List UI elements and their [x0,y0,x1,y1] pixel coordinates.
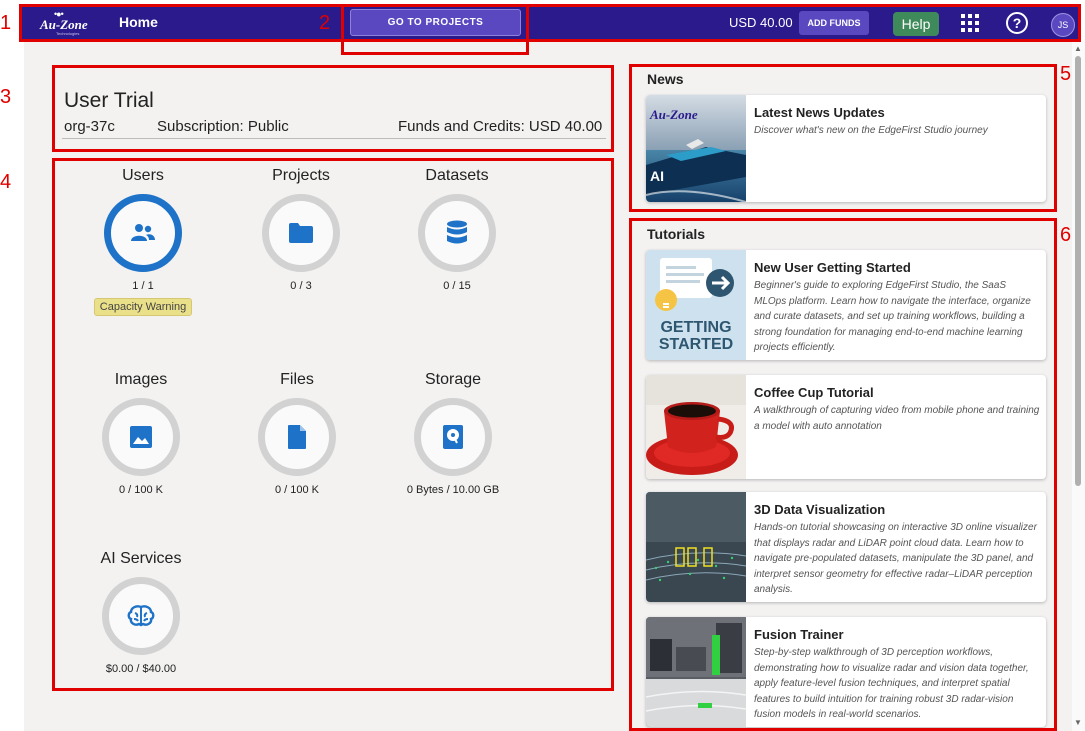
brain-icon [127,605,155,627]
subscription-label: Subscription: Public [157,118,289,135]
news-thumbnail: Au-Zone AI [646,95,746,202]
help-button[interactable]: Help [893,12,939,36]
stat-storage[interactable]: Storage 0 Bytes / 10.00 GB [393,371,513,496]
stat-label: Storage [424,371,482,388]
divider [62,138,606,139]
user-avatar[interactable]: JS [1051,13,1075,37]
svg-text:AI: AI [650,168,664,184]
3d-visualization-thumbnail [646,492,746,602]
projects-usage-ring [262,194,340,272]
stat-label: Users [122,167,164,184]
stat-ai-services[interactable]: AI Services $0.00 / $40.00 [81,550,201,675]
tutorial-description: Step-by-step walkthrough of 3D perceptio… [754,647,1029,720]
add-funds-button[interactable]: ADD FUNDS [799,11,869,35]
annotation-label-3: 3 [0,86,12,108]
ai-services-usage-ring [102,577,180,655]
annotation-label-4: 4 [0,171,12,193]
org-id: org-37c [64,118,115,135]
news-description: Discover what's new on the EdgeFirst Stu… [754,125,988,136]
stat-value: 0 / 100 K [118,484,164,496]
help-circle-icon[interactable]: ? [1006,12,1028,34]
stat-label: AI Services [100,550,182,567]
tutorial-description: Beginner's guide to exploring EdgeFirst … [754,280,1031,353]
svg-text:GETTING: GETTING [660,319,731,336]
stat-value: 0 Bytes / 10.00 GB [406,484,500,496]
annotation-label-6: 6 [1060,224,1072,246]
funds-credits-label: Funds and Credits: USD 40.00 [398,118,603,135]
file-icon [288,425,306,449]
stat-value: 1 / 1 [132,280,154,292]
coffee-cup-thumbnail [646,375,746,479]
tutorial-card-coffee-cup[interactable]: Coffee Cup Tutorial A walkthrough of cap… [646,375,1046,479]
go-to-projects-button[interactable]: GO TO PROJECTS [350,9,521,36]
home-link[interactable]: Home [119,14,158,30]
stat-projects[interactable]: Projects 0 / 3 [241,167,361,292]
tutorial-card-3d-visualization[interactable]: 3D Data Visualization Hands-on tutorial … [646,492,1046,602]
annotation-label-1: 1 [0,12,12,34]
news-title: Latest News Updates [754,105,885,120]
stat-label: Projects [272,167,330,184]
news-heading: News [647,71,684,87]
tutorial-card-getting-started[interactable]: GETTING STARTED New User Getting Started… [646,250,1046,360]
svg-text:Au-Zone: Au-Zone [649,107,698,122]
datasets-usage-ring [418,194,496,272]
tutorial-card-fusion-trainer[interactable]: Fusion Trainer Step-by-step walkthrough … [646,617,1046,727]
tutorial-description: A walkthrough of capturing video from mo… [754,405,1040,432]
stat-datasets[interactable]: Datasets 0 / 15 [397,167,517,292]
stat-images[interactable]: Images 0 / 100 K [81,371,201,496]
database-icon [447,220,467,244]
org-title: User Trial [64,89,154,112]
tutorials-heading: Tutorials [647,226,706,242]
images-usage-ring [102,398,180,476]
capacity-warning-badge: Capacity Warning [93,298,193,316]
scrollbar-thumb[interactable] [1075,56,1081,486]
apps-grid-icon[interactable] [961,14,979,32]
fusion-trainer-thumbnail [646,617,746,727]
hard-drive-icon [443,425,463,449]
logo-subtitle: Technologies [56,31,80,36]
getting-started-thumbnail: GETTING STARTED [646,250,746,360]
users-icon [131,224,155,241]
folder-icon [289,223,313,243]
stat-users[interactable]: Users 1 / 1 Capacity Warning [83,167,203,316]
company-logo[interactable]: •●• Au-Zone Technologies [38,9,88,36]
stat-value: 0 / 15 [443,280,471,292]
storage-usage-ring [414,398,492,476]
tutorial-title: New User Getting Started [754,260,911,275]
image-icon [130,426,152,448]
stat-value: $0.00 / $40.00 [105,663,177,675]
balance-display: USD 40.00 [729,15,793,30]
annotation-label-2: 2 [319,12,331,34]
tutorial-title: Fusion Trainer [754,627,844,642]
stat-label: Images [114,371,168,388]
stat-label: Datasets [425,167,489,184]
tutorial-title: Coffee Cup Tutorial [754,385,874,400]
tutorial-title: 3D Data Visualization [754,502,886,517]
stat-value: 0 / 3 [290,280,312,292]
scroll-down-icon[interactable]: ▼ [1074,718,1082,727]
svg-text:STARTED: STARTED [659,336,733,353]
annotation-label-5: 5 [1060,63,1072,85]
scroll-up-icon[interactable]: ▲ [1074,44,1082,53]
stat-label: Files [280,371,314,388]
tutorial-description: Hands-on tutorial showcasing on interact… [754,522,1037,595]
app-window: •●• Au-Zone Technologies Home GO TO PROJ… [0,0,1085,731]
news-card[interactable]: Au-Zone AI Latest News Updates Discover … [646,95,1046,202]
stat-files[interactable]: Files 0 / 100 K [237,371,357,496]
stat-value: 0 / 100 K [274,484,320,496]
users-usage-ring [104,194,182,272]
files-usage-ring [258,398,336,476]
